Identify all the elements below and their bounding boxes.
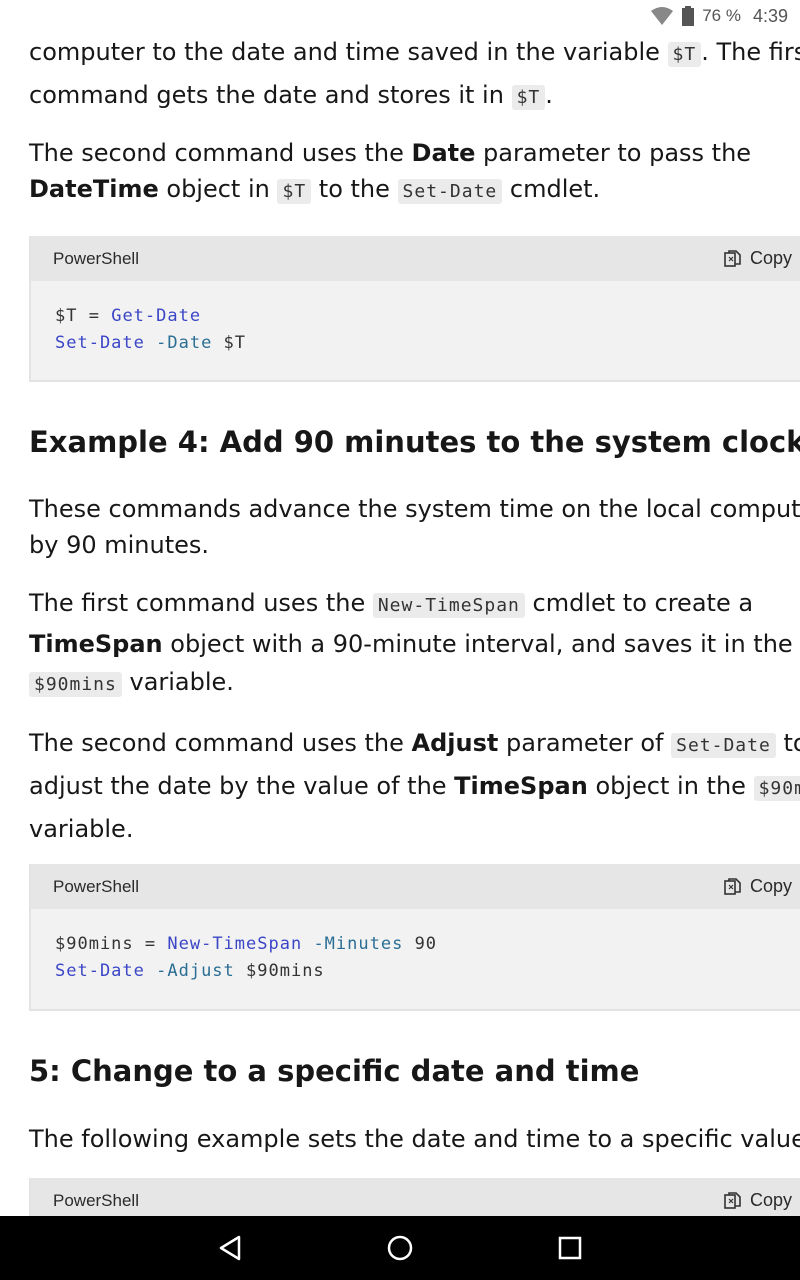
code-token: Set-Date (55, 961, 145, 981)
paragraph: computer to the date and time saved in t… (29, 32, 800, 118)
bold-text: DateTime (29, 175, 159, 203)
recents-icon (558, 1236, 582, 1260)
code-block: PowerShell Copy $90mins = New-TimeSpan -… (29, 864, 800, 1011)
paragraph: The second command uses the Adjust param… (29, 723, 800, 850)
code-token: -Minutes (302, 934, 404, 954)
code-language-label: PowerShell (53, 876, 139, 896)
code-token: = (77, 306, 112, 326)
paragraph: These commands advance the system time o… (29, 491, 800, 563)
text: parameter of (498, 729, 672, 757)
code-token: -Adjust (144, 961, 235, 981)
wifi-icon (651, 7, 674, 25)
code-block-header: PowerShell Copy (31, 236, 800, 281)
bold-text: Date (411, 139, 476, 167)
paragraph: The second command uses the Date paramet… (29, 135, 800, 210)
text: by 90 minutes. (29, 531, 210, 559)
code-token: $90mins (55, 934, 134, 954)
code-token: Set-Date (55, 333, 145, 353)
inline-code: New-TimeSpan (372, 593, 525, 618)
section-heading: 5: Change to a specific date and time (29, 1054, 640, 1088)
home-button[interactable] (370, 1218, 430, 1278)
inline-code: Set-Date (397, 179, 503, 204)
text: cmdlet to create a (524, 589, 754, 617)
code-token: New-TimeSpan (167, 934, 303, 954)
text: parameter to pass the (475, 139, 752, 167)
back-button[interactable] (200, 1218, 260, 1278)
copy-icon (724, 877, 741, 895)
battery-icon (682, 6, 695, 26)
text: adjust the date by the value of the (29, 772, 455, 800)
article-content: computer to the date and time saved in t… (0, 0, 800, 1216)
text: The second command uses the (29, 139, 412, 167)
recents-button[interactable] (540, 1218, 600, 1278)
copy-label: Copy (749, 1190, 792, 1210)
text: object in (158, 175, 278, 203)
bold-text: Adjust (411, 729, 499, 757)
copy-label: Copy (749, 248, 792, 268)
code-token: = (133, 934, 168, 954)
copy-button[interactable]: Copy (724, 876, 792, 897)
text: variable. (121, 668, 234, 696)
bold-text: TimeSpan (29, 630, 163, 658)
copy-icon (724, 249, 741, 267)
inline-code: $90mins (29, 672, 122, 697)
text: to the (311, 175, 398, 203)
text: computer to the date and time saved in t… (29, 38, 668, 66)
text: These commands advance the system time o… (29, 495, 800, 523)
back-icon (219, 1235, 241, 1261)
code-content: $90mins = New-TimeSpan -Minutes 90 Set-D… (31, 909, 800, 985)
code-language-label: PowerShell (53, 1190, 139, 1210)
text: object in the (587, 772, 754, 800)
code-token: $T (55, 306, 78, 326)
text: The second command uses the (29, 729, 412, 757)
text: variable. (29, 815, 134, 843)
text: command gets the date and stores it in (29, 81, 512, 109)
code-block: PowerShell Copy (29, 1178, 800, 1216)
copy-icon (724, 1191, 741, 1209)
code-language-label: PowerShell (53, 248, 139, 268)
code-token: -Date (144, 333, 213, 353)
code-token: $90mins (234, 961, 325, 981)
copy-label: Copy (749, 876, 792, 896)
text: object with a 90-minute interval, and sa… (162, 630, 793, 658)
code-token: Get-Date (111, 306, 202, 326)
inline-code: $T (277, 179, 312, 204)
text: to (783, 729, 800, 757)
inline-code: Set-Date (671, 733, 776, 758)
inline-code: $T (511, 85, 546, 110)
text: cmdlet. (502, 175, 601, 203)
inline-code: $90mins (753, 776, 800, 801)
paragraph: The following example sets the date and … (29, 1125, 800, 1153)
paragraph: The first command uses the New-TimeSpan … (29, 584, 800, 704)
home-icon (387, 1235, 413, 1261)
text: . The first (701, 38, 800, 66)
code-content: $T = Get-Date Set-Date -Date $T (31, 281, 800, 357)
bold-text: TimeSpan (454, 772, 588, 800)
navigation-bar (0, 1216, 800, 1280)
text: The first command uses the (29, 589, 373, 617)
clock: 4:39 (752, 5, 788, 26)
code-block: PowerShell Copy $T = Get-Date Set-Date -… (29, 236, 800, 382)
code-block-header: PowerShell Copy (31, 864, 800, 909)
code-token: 90 (403, 934, 438, 954)
inline-code: $T (667, 42, 702, 67)
copy-button[interactable]: Copy (724, 1190, 792, 1211)
copy-button[interactable]: Copy (724, 248, 792, 269)
text: . (545, 81, 553, 109)
code-block-header: PowerShell Copy (31, 1178, 800, 1216)
code-token: $T (212, 333, 247, 353)
battery-percent: 76 % (702, 6, 741, 25)
status-bar: 76 % 4:39 (0, 0, 800, 32)
section-heading: Example 4: Add 90 minutes to the system … (29, 425, 800, 459)
